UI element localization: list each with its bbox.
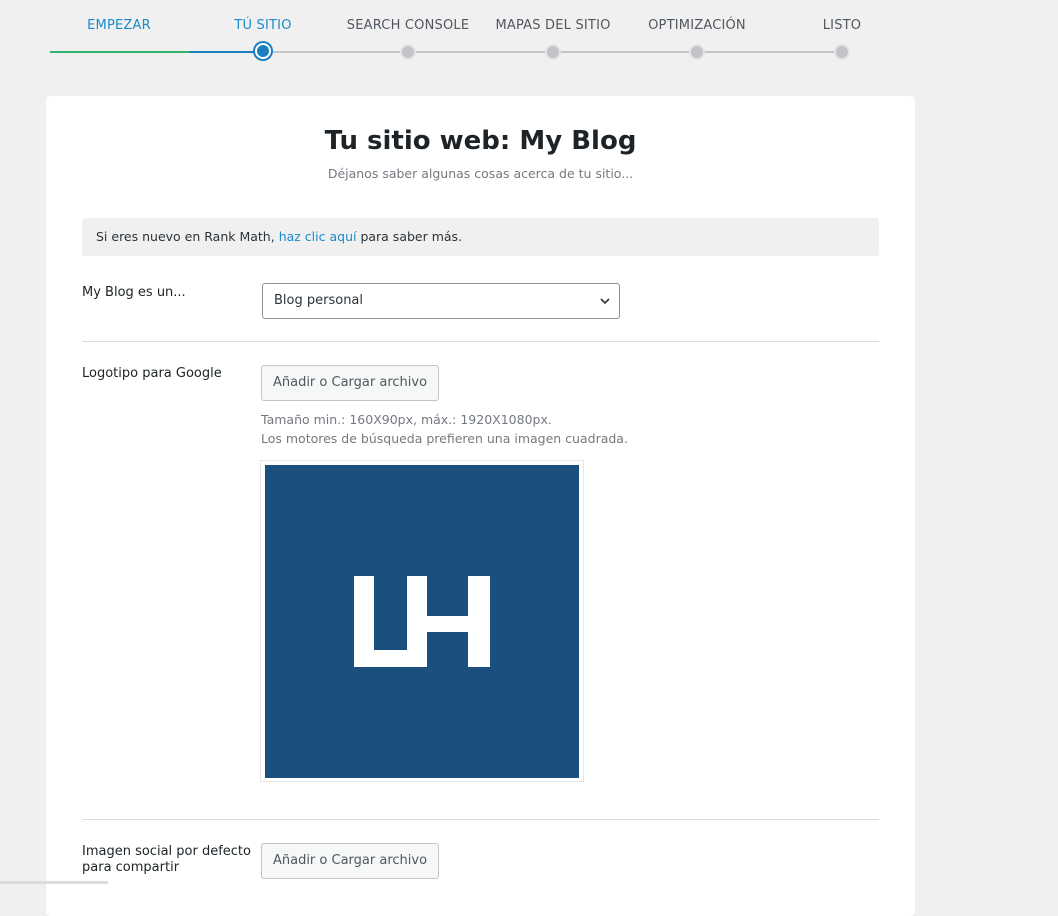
site-type-select[interactable]: Blog personal xyxy=(262,283,620,319)
notice-suffix: para saber más. xyxy=(356,229,463,244)
step-listo: LISTO xyxy=(822,18,862,33)
social-image-label: Imagen social por defecto para compartir xyxy=(82,844,251,876)
progress-line-current xyxy=(190,51,262,53)
divider xyxy=(82,341,879,342)
upload-social-image-button[interactable]: Añadir o Cargar archivo xyxy=(261,843,439,879)
step-optimizacion: OPTIMIZACIÓN xyxy=(648,18,746,33)
lh-logo-image xyxy=(265,465,579,778)
step-tu-sitio[interactable]: TÚ SITIO xyxy=(234,18,291,33)
chevron-down-icon xyxy=(600,298,610,305)
logo-preview[interactable] xyxy=(260,460,584,782)
step-search-console: SEARCH CONSOLE xyxy=(346,18,470,33)
new-user-notice: Si eres nuevo en Rank Math, haz clic aqu… xyxy=(82,218,879,256)
page-title: Tu sitio web: My Blog xyxy=(324,126,637,156)
learn-more-link[interactable]: haz clic aquí xyxy=(279,229,357,244)
site-type-label: My Blog es un... xyxy=(82,285,186,300)
divider xyxy=(82,819,879,820)
social-image-label-line1: Imagen social por defecto xyxy=(82,844,251,859)
step-dot-tu-sitio xyxy=(255,43,271,59)
wizard-card: Tu sitio web: My Blog Déjanos saber algu… xyxy=(46,96,915,916)
step-dot-mapas-del-sitio xyxy=(545,44,561,60)
logo-size-hint: Tamaño min.: 160X90px, máx.: 1920X1080px… xyxy=(261,412,552,427)
step-dot-optimizacion xyxy=(689,44,705,60)
notice-prefix: Si eres nuevo en Rank Math, xyxy=(96,229,279,244)
logo-square-hint: Los motores de búsqueda prefieren una im… xyxy=(261,431,628,446)
step-dot-listo xyxy=(834,44,850,60)
site-type-selected-value: Blog personal xyxy=(274,293,364,308)
page-subtitle: Déjanos saber algunas cosas acerca de tu… xyxy=(327,166,634,181)
upload-logo-button[interactable]: Añadir o Cargar archivo xyxy=(261,365,439,401)
step-dot-search-console xyxy=(400,44,416,60)
logo-label: Logotipo para Google xyxy=(82,366,222,381)
setup-wizard-stepper: EMPEZAR TÚ SITIO SEARCH CONSOLE MAPAS DE… xyxy=(0,0,1058,70)
progress-line-done xyxy=(50,51,190,53)
step-empezar[interactable]: EMPEZAR xyxy=(87,18,151,33)
social-image-label-line2: para compartir xyxy=(82,860,180,875)
step-mapas-del-sitio: MAPAS DEL SITIO xyxy=(495,18,611,33)
